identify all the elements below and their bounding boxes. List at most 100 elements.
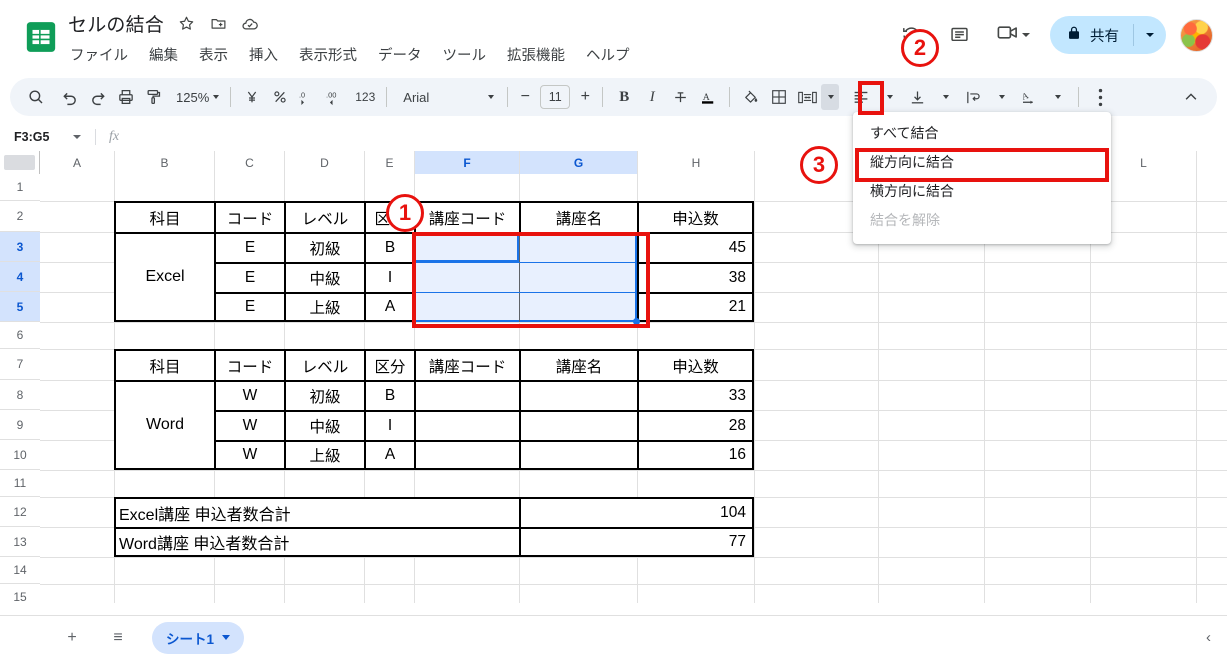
- menu-format[interactable]: 表示形式: [297, 43, 359, 66]
- cell-f10[interactable]: [414, 440, 519, 470]
- row-header-2[interactable]: 2: [0, 201, 40, 232]
- row-header-3[interactable]: 3: [0, 232, 40, 262]
- cell-d2[interactable]: レベル: [284, 201, 364, 232]
- cell-b8-merged-subject[interactable]: Word: [114, 380, 214, 470]
- expand-sidebar-button[interactable]: ‹: [1206, 629, 1211, 646]
- share-chevron-down-icon[interactable]: [1134, 16, 1166, 54]
- row-header-8[interactable]: 8: [0, 380, 40, 410]
- cell-h7[interactable]: 申込数: [637, 349, 754, 380]
- cell-h5[interactable]: 21: [637, 292, 754, 322]
- text-rotation-chevron-icon[interactable]: [1043, 83, 1071, 111]
- cell-b3-merged-subject[interactable]: Excel: [114, 232, 214, 322]
- font-family-select[interactable]: Arial: [394, 83, 500, 111]
- cell-c5[interactable]: E: [214, 292, 284, 322]
- menu-item-merge-all[interactable]: すべて結合: [853, 118, 1111, 147]
- cell-c2[interactable]: コード: [214, 201, 284, 232]
- row-header-11[interactable]: 11: [0, 470, 40, 497]
- cell-g12-total-value[interactable]: 104: [519, 497, 754, 527]
- row-header-14[interactable]: 14: [0, 557, 40, 584]
- increase-decimal-icon[interactable]: .00: [322, 83, 351, 111]
- menu-help[interactable]: ヘルプ: [584, 43, 632, 66]
- cell-g8[interactable]: [519, 380, 637, 410]
- cloud-saved-icon[interactable]: [240, 14, 260, 34]
- text-rotation-icon[interactable]: A: [1015, 83, 1043, 111]
- menu-item-merge-vertically[interactable]: 縦方向に結合: [853, 147, 1111, 176]
- star-icon[interactable]: [176, 14, 196, 34]
- cell-d5[interactable]: 上級: [284, 292, 364, 322]
- font-size-input[interactable]: 11: [540, 85, 571, 109]
- column-header-h[interactable]: H: [638, 151, 755, 174]
- user-avatar[interactable]: [1180, 18, 1213, 52]
- menu-data[interactable]: データ: [376, 43, 424, 66]
- undo-icon[interactable]: [56, 83, 84, 111]
- italic-icon[interactable]: I: [638, 83, 666, 111]
- row-header-10[interactable]: 10: [0, 440, 40, 470]
- menu-view[interactable]: 表示: [197, 43, 230, 66]
- cell-c4[interactable]: E: [214, 262, 284, 292]
- comment-icon[interactable]: [942, 18, 976, 52]
- more-options-icon[interactable]: [1086, 83, 1114, 111]
- percent-icon[interactable]: [266, 83, 294, 111]
- cell-g7[interactable]: 講座名: [519, 349, 637, 380]
- cell-d8[interactable]: 初級: [284, 380, 364, 410]
- sheet-tab-chevron-down-icon[interactable]: [222, 635, 231, 640]
- cell-h9[interactable]: 28: [637, 410, 754, 440]
- active-cell-f3[interactable]: [414, 232, 519, 262]
- cell-e8[interactable]: B: [364, 380, 414, 410]
- cell-f7[interactable]: 講座コード: [414, 349, 519, 380]
- cell-c7[interactable]: コード: [214, 349, 284, 380]
- strikethrough-icon[interactable]: [666, 83, 694, 111]
- all-sheets-button[interactable]: ≡: [102, 622, 134, 654]
- cell-f8[interactable]: [414, 380, 519, 410]
- column-header-a[interactable]: A: [40, 151, 115, 174]
- merge-cells-icon[interactable]: [793, 83, 821, 111]
- cell-e9[interactable]: I: [364, 410, 414, 440]
- cell-h4[interactable]: 38: [637, 262, 754, 292]
- menu-insert[interactable]: 挿入: [247, 43, 280, 66]
- vertical-align-icon[interactable]: [903, 83, 931, 111]
- horizontal-align-chevron-icon[interactable]: [875, 83, 903, 111]
- row-header-9[interactable]: 9: [0, 410, 40, 440]
- cell-d7[interactable]: レベル: [284, 349, 364, 380]
- cell-c3[interactable]: E: [214, 232, 284, 262]
- fill-color-icon[interactable]: [737, 83, 765, 111]
- cell-c10[interactable]: W: [214, 440, 284, 470]
- search-icon[interactable]: [22, 83, 50, 111]
- cell-e3[interactable]: B: [364, 232, 414, 262]
- share-main[interactable]: 共有: [1050, 16, 1133, 54]
- add-sheet-button[interactable]: +: [56, 622, 88, 654]
- bold-icon[interactable]: B: [610, 83, 638, 111]
- column-header-f[interactable]: F: [415, 151, 520, 174]
- borders-icon[interactable]: [765, 83, 793, 111]
- cell-b13-total-label[interactable]: Word講座 申込者数合計: [114, 527, 519, 557]
- row-header-4[interactable]: 4: [0, 262, 40, 292]
- cell-c8[interactable]: W: [214, 380, 284, 410]
- cell-b12-total-label[interactable]: Excel講座 申込者数合計: [114, 497, 519, 527]
- paint-format-icon[interactable]: [140, 83, 168, 111]
- cell-d10[interactable]: 上級: [284, 440, 364, 470]
- merge-cells-dropdown-button[interactable]: [821, 84, 840, 110]
- cell-g9[interactable]: [519, 410, 637, 440]
- redo-icon[interactable]: [84, 83, 112, 111]
- menu-file[interactable]: ファイル: [68, 43, 130, 66]
- menu-extensions[interactable]: 拡張機能: [505, 43, 567, 66]
- menu-tools[interactable]: ツール: [441, 43, 489, 66]
- cell-h8[interactable]: 33: [637, 380, 754, 410]
- cell-e10[interactable]: A: [364, 440, 414, 470]
- menu-item-merge-horizontally[interactable]: 横方向に結合: [853, 176, 1111, 205]
- zoom-control[interactable]: 125%: [168, 83, 223, 111]
- cell-b2[interactable]: 科目: [114, 201, 214, 232]
- currency-yen-icon[interactable]: [238, 83, 266, 111]
- cell-d3[interactable]: 初級: [284, 232, 364, 262]
- cell-e5[interactable]: A: [364, 292, 414, 322]
- cell-g2[interactable]: 講座名: [519, 201, 637, 232]
- horizontal-align-icon[interactable]: [847, 83, 875, 111]
- cell-c9[interactable]: W: [214, 410, 284, 440]
- column-header-d[interactable]: D: [285, 151, 365, 174]
- print-icon[interactable]: [112, 83, 140, 111]
- row-header-1[interactable]: 1: [0, 174, 40, 201]
- select-all-corner[interactable]: [0, 151, 40, 174]
- column-header-m[interactable]: [1197, 151, 1227, 174]
- cell-h10[interactable]: 16: [637, 440, 754, 470]
- menu-edit[interactable]: 編集: [147, 43, 180, 66]
